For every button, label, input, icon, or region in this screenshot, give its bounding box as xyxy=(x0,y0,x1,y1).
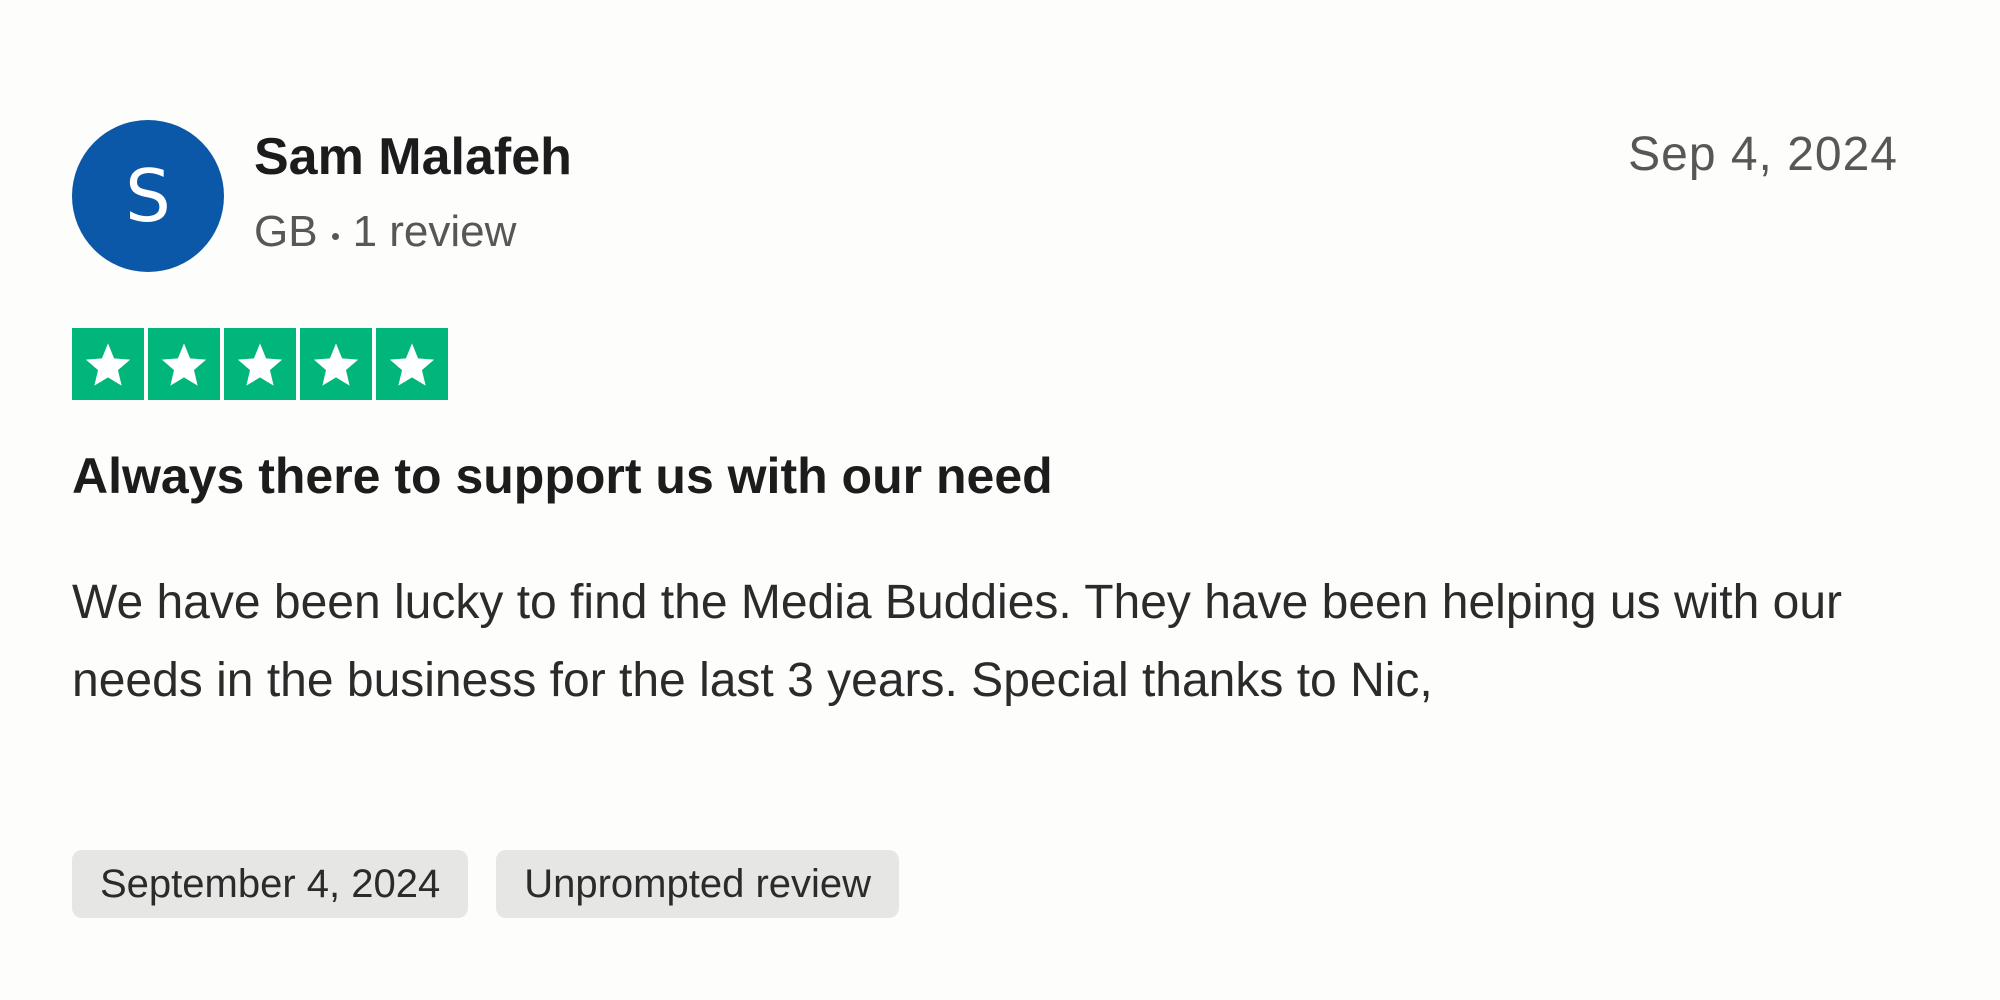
review-title[interactable]: Always there to support us with our need xyxy=(72,444,1053,509)
review-tags: September 4, 2024 Unprompted review xyxy=(72,850,900,918)
review-body: We have been lucky to find the Media Bud… xyxy=(72,576,1843,707)
review-card: S Sam Malafeh GB 1 review Sep 4, 2024 Al… xyxy=(72,120,1912,940)
avatar[interactable]: S xyxy=(72,120,224,272)
reviewer-review-count: 1 review xyxy=(352,207,517,256)
star-icon xyxy=(148,328,220,400)
star-icon xyxy=(376,328,448,400)
star-icon xyxy=(224,328,296,400)
reviewer-meta: GB 1 review xyxy=(254,206,516,259)
date-of-experience-tag: September 4, 2024 xyxy=(72,850,469,918)
reviewer-country: GB xyxy=(254,207,318,256)
avatar-initial: S xyxy=(125,154,171,238)
review-date: Sep 4, 2024 xyxy=(1628,128,1898,181)
review-type-tag: Unprompted review xyxy=(496,850,900,918)
reviewer-name[interactable]: Sam Malafeh xyxy=(254,126,572,188)
separator-dot xyxy=(331,232,339,240)
star-icon xyxy=(72,328,144,400)
star-icon xyxy=(300,328,372,400)
star-rating xyxy=(72,328,448,400)
